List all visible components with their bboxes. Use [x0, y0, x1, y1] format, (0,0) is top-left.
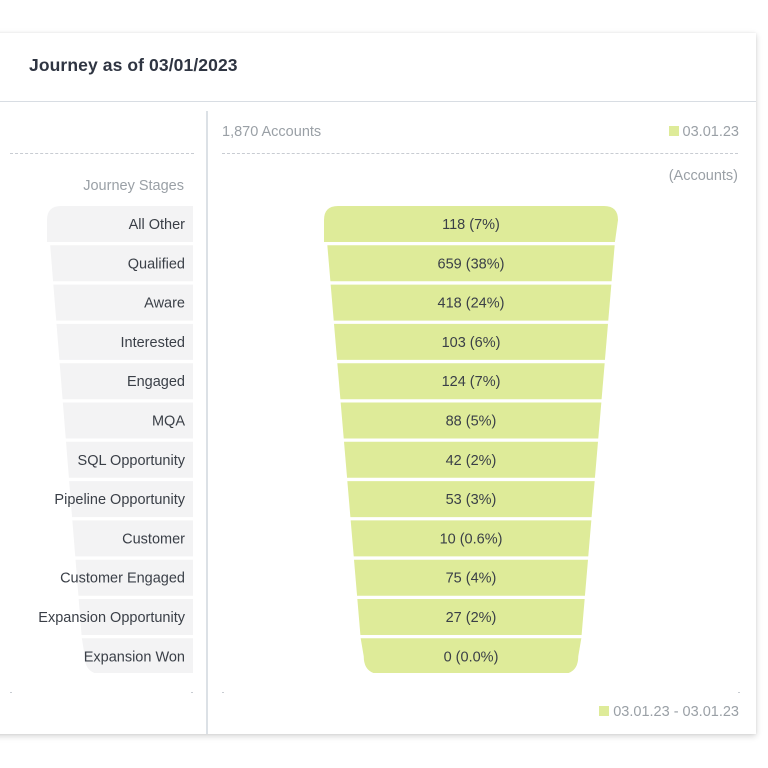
legend-swatch-icon [668, 126, 679, 136]
legend-top[interactable]: 03.01.23 [668, 124, 739, 140]
funnel-value-label: 88 (5%) [446, 414, 497, 430]
funnel-segment[interactable]: 88 (5%) [340, 402, 602, 439]
stage-label: MQA [152, 414, 185, 430]
stage-label-column: All Other Qualified Aware Interested Engaged… [38, 206, 194, 673]
left-axis-tick [10, 692, 12, 693]
stage-label: Expansion Won [84, 649, 185, 665]
funnel-segment[interactable]: 118 (7%) [324, 206, 618, 242]
funnel-value-label: 659 (38%) [438, 256, 505, 272]
funnel-value-label: 10 (0.6%) [440, 531, 503, 547]
stage-row[interactable]: All Other [47, 206, 193, 242]
funnel-segment[interactable]: 27 (2%) [357, 599, 585, 635]
stage-label: Pipeline Opportunity [54, 492, 185, 508]
funnel-value-label: 42 (2%) [446, 453, 497, 469]
funnel-chart: 118 (7%) 659 (38%) 418 (24%) 103 (6%) 124 (7… [324, 206, 618, 673]
stage-row[interactable]: Expansion Opportunity [38, 599, 193, 635]
stage-row[interactable]: Customer [72, 520, 193, 557]
stage-label: SQL Opportunity [78, 453, 186, 469]
legend-bottom[interactable]: 03.01.23 - 03.01.23 [599, 704, 739, 720]
stage-row[interactable]: Customer Engaged [60, 559, 193, 596]
funnel-value-label: 53 (3%) [446, 492, 497, 508]
stage-row[interactable]: Pipeline Opportunity [54, 481, 193, 518]
funnel-value-label: 27 (2%) [446, 610, 497, 626]
total-accounts-label: 1,870 Accounts [222, 124, 322, 140]
funnel-segment[interactable]: 10 (0.6%) [350, 520, 592, 557]
stages-column-title: Journey Stages [83, 178, 184, 194]
stage-label: Customer Engaged [60, 571, 185, 587]
right-axis-tick [222, 692, 224, 693]
stage-row[interactable]: Aware [53, 284, 194, 321]
right-axis-tick [738, 692, 740, 693]
legend-top-label: 03.01.23 [682, 124, 739, 140]
stage-row[interactable]: SQL Opportunity [66, 441, 193, 478]
funnel-segment[interactable]: 103 (6%) [334, 323, 608, 360]
funnel-segment[interactable]: 418 (24%) [330, 284, 612, 321]
stage-label: Interested [121, 335, 186, 351]
left-dashed-rule [10, 153, 194, 154]
legend-swatch-icon [599, 706, 610, 716]
stage-label: Engaged [127, 374, 185, 390]
right-dashed-rule [222, 153, 738, 154]
funnel-value-label: 118 (7%) [442, 217, 500, 233]
stage-label: Customer [122, 531, 185, 547]
funnel-value-label: 418 (24%) [438, 296, 505, 312]
funnel-value-label: 75 (4%) [446, 571, 497, 587]
card-header: Journey as of 03/01/2023 [0, 33, 756, 102]
unit-label: (Accounts) [668, 168, 738, 184]
journey-card: Journey as of 03/01/2023 Journey Stages … [0, 33, 756, 734]
stage-label: Expansion Opportunity [38, 610, 185, 626]
stage-label: Aware [144, 296, 185, 312]
stage-row[interactable]: Engaged [59, 363, 194, 400]
stage-label: Qualified [128, 256, 185, 272]
stage-row[interactable]: Expansion Won [81, 638, 193, 673]
left-axis-tick [191, 692, 193, 693]
funnel-segment[interactable]: 53 (3%) [347, 481, 595, 518]
stage-row[interactable]: Qualified [50, 245, 193, 282]
funnel-segment[interactable]: 659 (38%) [327, 245, 615, 282]
stage-row[interactable]: MQA [62, 402, 193, 439]
legend-bottom-label: 03.01.23 - 03.01.23 [613, 704, 739, 720]
funnel-value-label: 124 (7%) [442, 374, 501, 390]
funnel-segment[interactable]: 124 (7%) [337, 363, 605, 400]
funnel-value-label: 0 (0.0%) [444, 649, 499, 665]
stage-label: All Other [129, 217, 186, 233]
stage-row[interactable]: Interested [56, 323, 194, 360]
funnel-value-label: 103 (6%) [442, 335, 501, 351]
funnel-segment[interactable]: 75 (4%) [354, 559, 588, 596]
funnel-segment[interactable]: 42 (2%) [344, 441, 598, 478]
funnel-segment[interactable]: 0 (0.0%) [360, 638, 582, 673]
card-title: Journey as of 03/01/2023 [29, 55, 238, 75]
